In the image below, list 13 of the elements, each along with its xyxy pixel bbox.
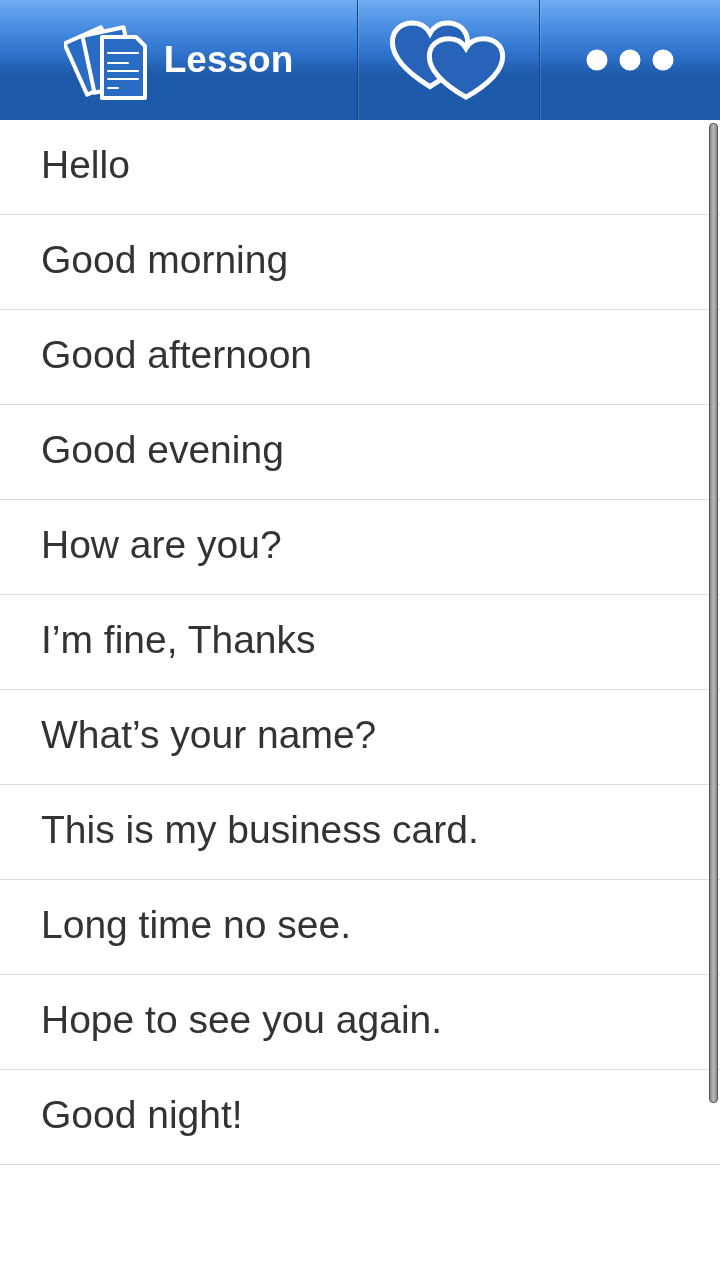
phrase-item[interactable]: Hello <box>41 143 130 191</box>
scrollbar-thumb[interactable] <box>709 123 718 1103</box>
phrase-item[interactable]: How are you? <box>41 523 282 571</box>
more-icon <box>585 49 674 71</box>
phrase-item[interactable]: What’s your name? <box>41 713 377 761</box>
phrase-item[interactable]: This is my business card. <box>41 808 479 856</box>
phrase-item[interactable]: Good night! <box>41 1093 243 1141</box>
phrase-item[interactable]: Good afternoon <box>41 333 313 381</box>
phrase-item[interactable]: I’m fine, Thanks <box>41 618 316 666</box>
phrase-item[interactable]: Good morning <box>41 238 289 286</box>
phrase-item[interactable]: Good evening <box>41 428 284 476</box>
phrase-item[interactable]: Long time no see. <box>41 903 352 951</box>
phrase-item[interactable]: Hope to see you again. <box>41 998 443 1046</box>
